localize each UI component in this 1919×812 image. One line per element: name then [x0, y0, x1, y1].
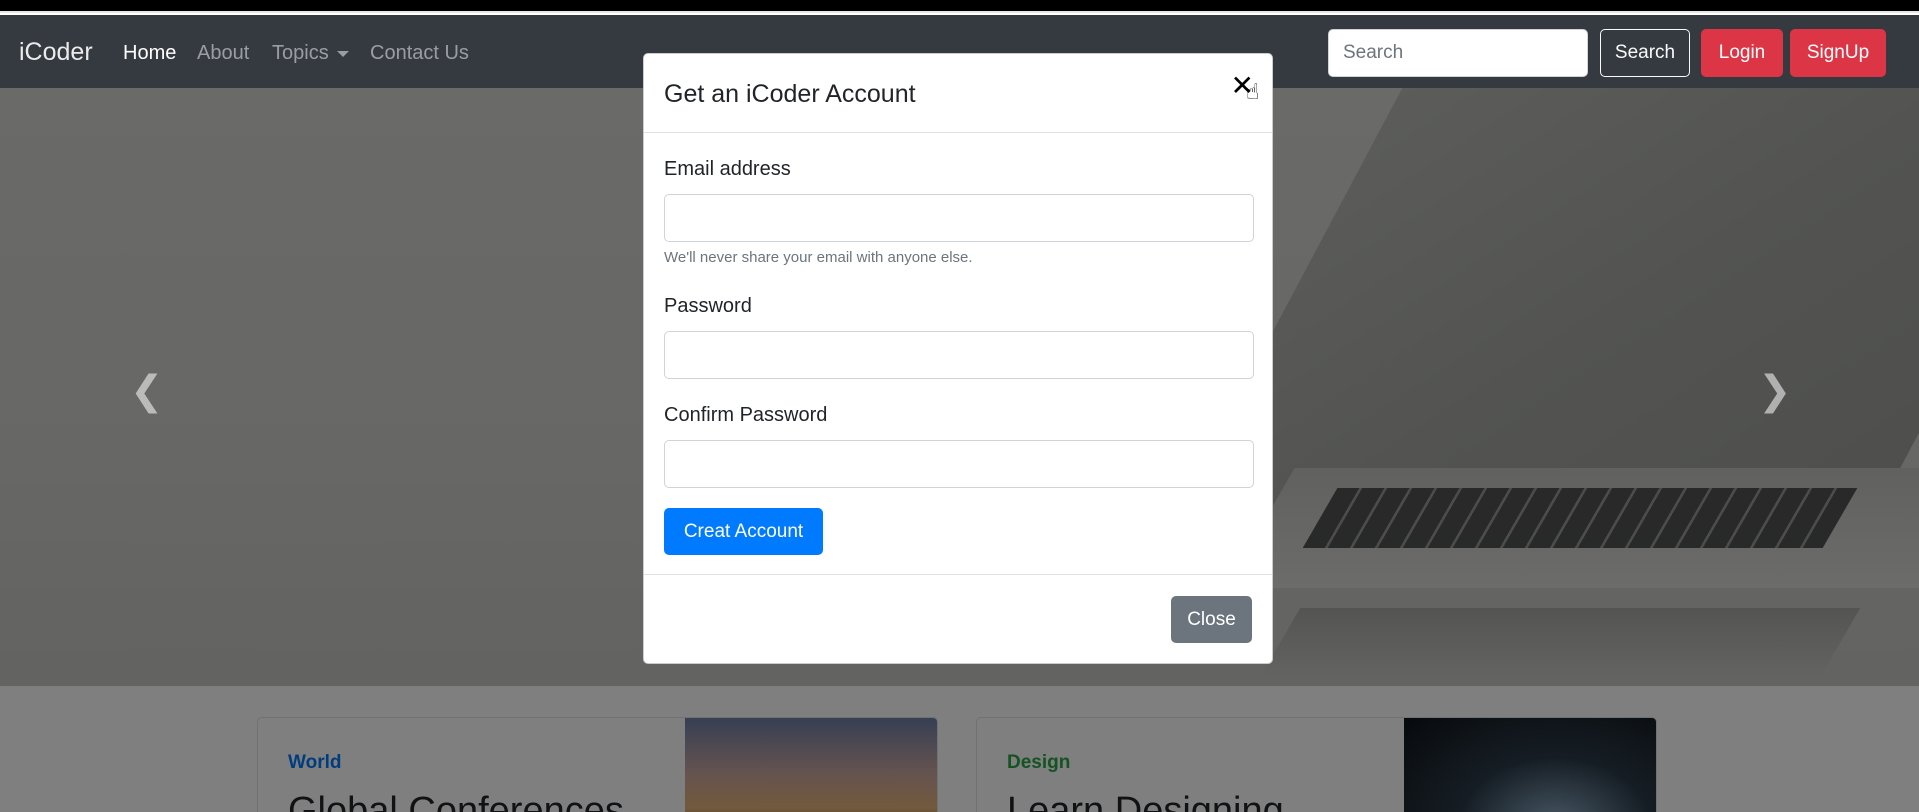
email-help-text: We'll never share your email with anyone… [664, 249, 973, 266]
nav-dropdown-topics-label: Topics [272, 42, 329, 64]
confirm-password-label: Confirm Password [664, 404, 828, 426]
signup-modal: Get an iCoder Account ✕ Email address We… [643, 53, 1273, 664]
modal-backdrop-lower [0, 686, 1919, 812]
nav-link-home[interactable]: Home [123, 42, 176, 65]
caret-down-icon [336, 50, 349, 57]
login-button[interactable]: Login [1701, 29, 1783, 77]
search-button[interactable]: Search [1600, 29, 1690, 77]
hand-cursor-icon: ☝ [1246, 80, 1260, 105]
close-button[interactable]: Close [1171, 596, 1252, 643]
modal-header: Get an iCoder Account ✕ [644, 54, 1272, 133]
modal-title: Get an iCoder Account [664, 80, 916, 108]
nav-dropdown-topics[interactable]: Topics [272, 42, 349, 65]
nav-link-contact[interactable]: Contact Us [370, 42, 469, 65]
confirm-password-field[interactable] [664, 440, 1254, 488]
page: iCoder Home About Topics Contact Us Sear… [0, 0, 1919, 812]
password-field[interactable] [664, 331, 1254, 379]
nav-link-about[interactable]: About [197, 42, 249, 65]
browser-top-strip [0, 0, 1919, 13]
chevron-right-icon[interactable]: ❯ [1758, 368, 1792, 414]
brand-logo[interactable]: iCoder [19, 38, 93, 67]
signup-button[interactable]: SignUp [1790, 29, 1886, 77]
password-label: Password [664, 295, 752, 317]
modal-footer: Close [644, 574, 1272, 665]
create-account-button[interactable]: Creat Account [664, 508, 823, 555]
chevron-left-icon[interactable]: ❮ [130, 368, 164, 414]
email-label: Email address [664, 158, 791, 180]
email-field[interactable] [664, 194, 1254, 242]
search-input[interactable] [1328, 29, 1588, 77]
